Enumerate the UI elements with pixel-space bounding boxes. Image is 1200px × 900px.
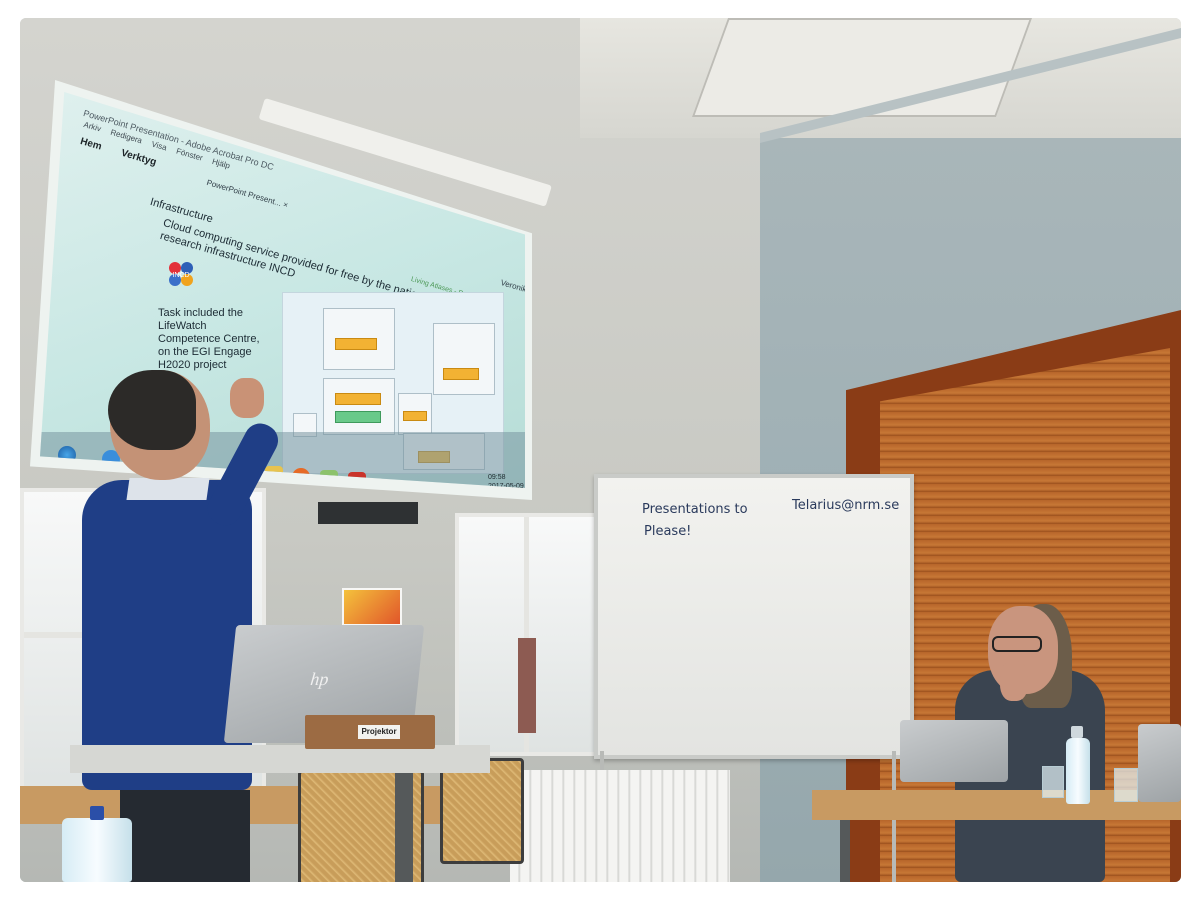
water-bottle-right bbox=[1066, 738, 1090, 804]
wall-panel bbox=[318, 502, 418, 524]
ceiling-panel bbox=[691, 18, 1033, 117]
glass-cup-2 bbox=[1114, 768, 1138, 802]
photo: PowerPoint Presentation - Adobe Acrobat … bbox=[20, 18, 1181, 882]
whiteboard-email: Telarius@nrm.se bbox=[792, 498, 900, 513]
presenter-hand bbox=[230, 378, 264, 418]
listener-hand bbox=[1000, 661, 1028, 701]
table-right-leg bbox=[840, 820, 850, 882]
front-desk bbox=[70, 745, 490, 773]
bottle-cap-right bbox=[1071, 726, 1083, 738]
hp-logo: hp bbox=[309, 669, 330, 689]
incd-logo: INCD bbox=[169, 262, 193, 286]
water-bottle-left bbox=[62, 818, 132, 882]
document-tab[interactable]: PowerPoint Present... × bbox=[206, 178, 289, 210]
brick-building bbox=[518, 638, 536, 733]
whiteboard-text-line-1: Presentations to bbox=[642, 502, 748, 517]
laptop-right-edge bbox=[1138, 724, 1181, 802]
glass-cup-1 bbox=[1042, 766, 1064, 798]
tab-verktyg[interactable]: Verktyg bbox=[120, 148, 158, 169]
glasses bbox=[992, 636, 1042, 652]
presenter-collar bbox=[126, 478, 210, 500]
desk-leg bbox=[395, 773, 413, 882]
slide-task-text: Task included the LifeWatch Competence C… bbox=[158, 307, 260, 371]
bottle-cap-left bbox=[90, 806, 104, 820]
listener-laptop bbox=[900, 720, 1008, 782]
radiator bbox=[510, 770, 730, 882]
presenter-legs bbox=[120, 790, 250, 882]
poster bbox=[342, 588, 402, 626]
presenter-hair bbox=[108, 370, 196, 450]
incd-logo-text: INCD bbox=[172, 272, 189, 279]
presenter-body bbox=[82, 480, 252, 790]
chair-2 bbox=[440, 758, 524, 864]
projektor-label: Projektor bbox=[358, 725, 400, 739]
tab-hem[interactable]: Hem bbox=[79, 136, 103, 153]
taskbar-clock: 09:58 bbox=[488, 474, 506, 481]
whiteboard-text-line-2: Please! bbox=[644, 524, 692, 539]
